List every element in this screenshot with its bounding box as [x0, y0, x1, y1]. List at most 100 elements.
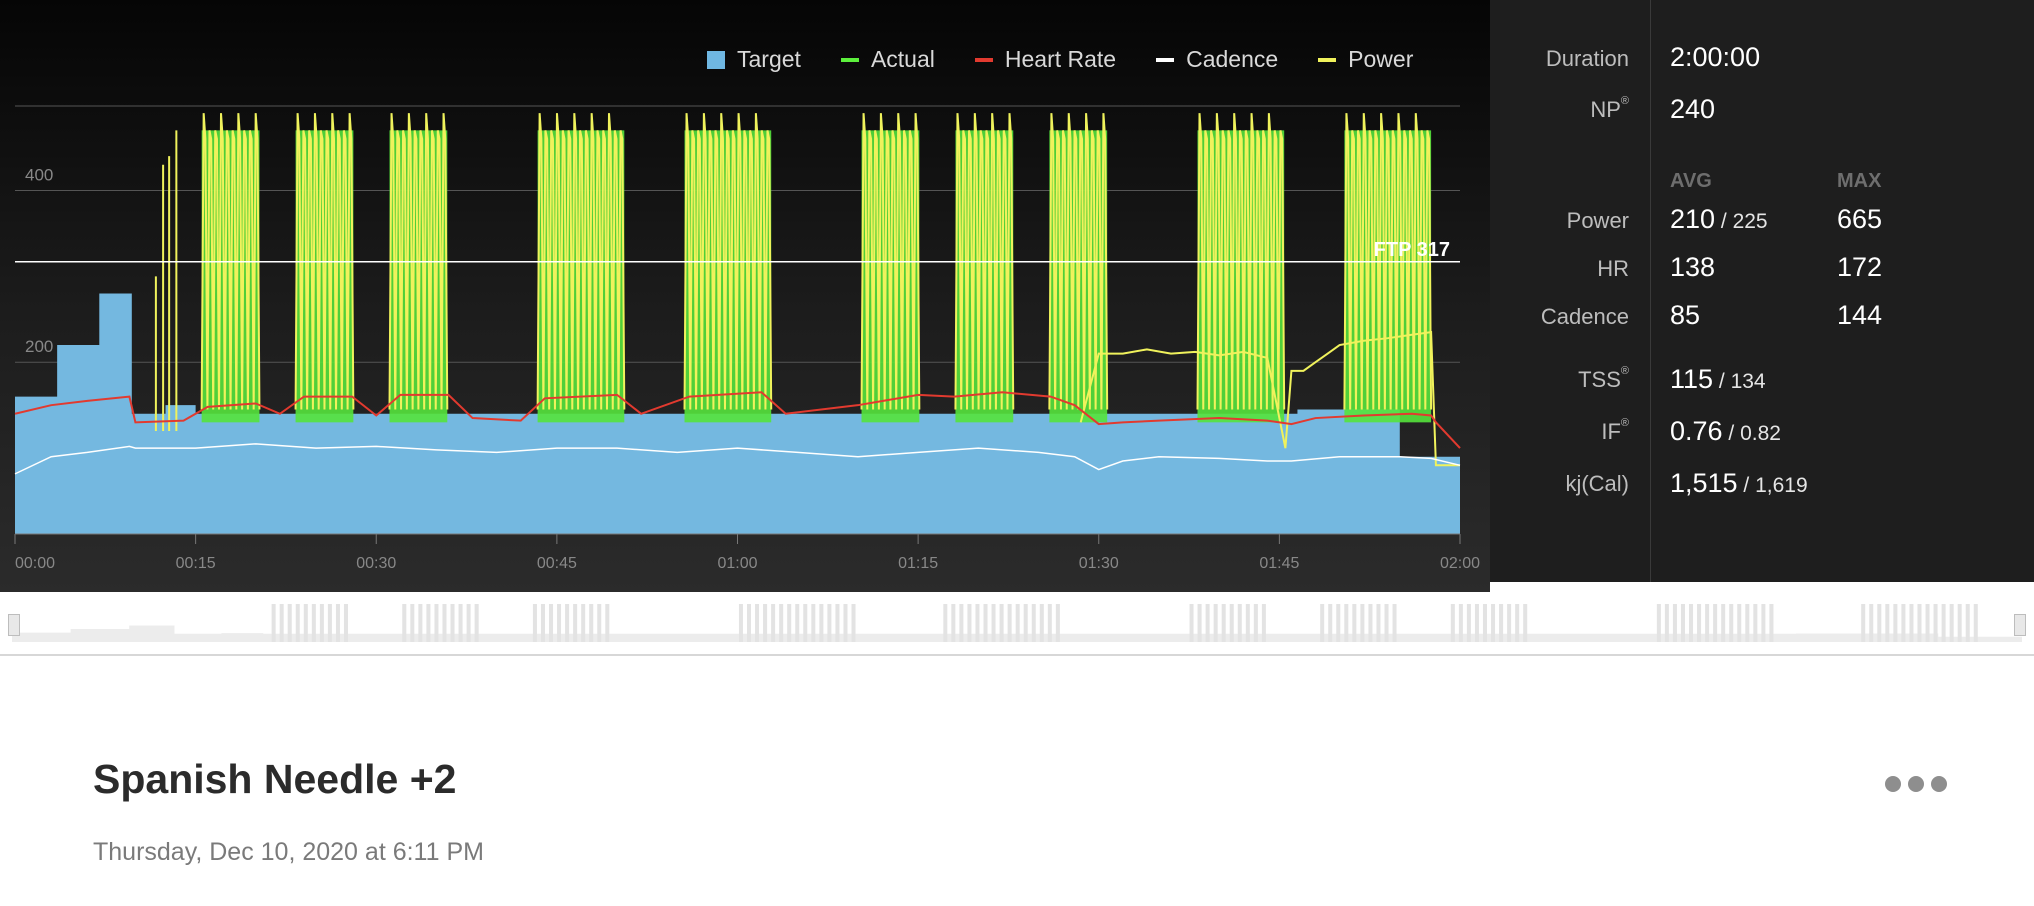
scrubber-spike	[1213, 604, 1218, 642]
scrubber-spike	[311, 604, 316, 642]
x-tick-label: 01:15	[898, 555, 938, 572]
legend-item[interactable]: Actual	[840, 46, 935, 73]
x-tick-label: 00:45	[537, 555, 577, 572]
legend-item[interactable]: Cadence	[1156, 46, 1278, 73]
scrubber-spike	[1189, 604, 1194, 642]
scrubber-spike	[755, 604, 760, 642]
scrubber-spike	[303, 604, 308, 642]
scrubber-spike	[402, 604, 407, 642]
scrubber-spike	[1450, 604, 1455, 642]
scrubber-spike	[827, 604, 832, 642]
legend-item[interactable]: Target	[707, 46, 801, 73]
if-label: IF®	[1601, 417, 1629, 445]
scrubber-spike	[835, 604, 840, 642]
scrubber-spike	[983, 604, 988, 642]
scrubber-spike	[951, 604, 956, 642]
scrubber-spike	[458, 604, 463, 642]
scrubber-spike	[1336, 604, 1341, 642]
duration-label: Duration	[1545, 46, 1629, 71]
np-label: NP®	[1590, 95, 1629, 123]
tss-label-text: TSS	[1578, 367, 1621, 392]
scrubber-spike	[557, 604, 562, 642]
scrubber-spike	[795, 604, 800, 642]
tss-separator: /	[1713, 370, 1731, 393]
scrubber-spike	[1672, 604, 1677, 642]
scrubber-spike	[343, 604, 349, 642]
scrubber-spike	[1737, 604, 1742, 642]
if-value: 0.76 / 0.82	[1670, 416, 1781, 447]
scrubber-spike	[1245, 604, 1250, 642]
scrubber-spike	[1229, 604, 1234, 642]
workout-chart: 200 400 FTP 317 00:00 00:15 00:30 00:45 01:00 01…	[14, 105, 1480, 572]
scrubber-spike	[1466, 604, 1471, 642]
scrubber-spike	[1474, 604, 1479, 642]
tss-value-secondary: 134	[1730, 370, 1766, 393]
scrubber-spike	[1055, 604, 1060, 642]
scrubber-spike	[1949, 604, 1954, 642]
scrubber-spike	[1253, 604, 1258, 642]
np-value: 240	[1670, 94, 1716, 124]
scrubber-spike	[1376, 604, 1381, 642]
more-dot-icon	[1885, 776, 1901, 792]
more-dot-icon	[1931, 776, 1947, 792]
timeline-scrubber[interactable]	[0, 592, 2034, 656]
ftp-label: FTP 317	[1374, 239, 1450, 261]
scrubber-spike	[565, 604, 570, 642]
scrubber-spike	[819, 604, 824, 642]
scrubber-spike	[1769, 604, 1774, 642]
scrubber-spike	[597, 604, 602, 642]
x-tick-label: 01:00	[718, 555, 758, 572]
avg-column-header: AVG	[1670, 170, 1712, 192]
legend-swatch-icon	[1318, 57, 1337, 62]
scrubber-spike	[1877, 604, 1882, 642]
scrubber-spike	[474, 604, 479, 642]
scrubber-spike	[1861, 604, 1866, 642]
scrubber-spike	[466, 604, 471, 642]
scrubber-overview	[12, 604, 2022, 642]
scrubber-spike	[1205, 604, 1210, 642]
scrubber-spike	[1761, 604, 1766, 642]
scrubber-spike	[803, 604, 808, 642]
scrubber-spike	[540, 604, 545, 642]
power-separator: /	[1715, 210, 1733, 233]
legend-label: Heart Rate	[1004, 46, 1117, 72]
scrubber-right-handle[interactable]	[2014, 614, 2026, 636]
scrubber-spike	[327, 604, 332, 642]
stats-divider	[1650, 0, 1651, 582]
x-tick-label: 01:45	[1259, 555, 1299, 572]
scrubber-spike	[589, 604, 594, 642]
more-options-button[interactable]	[1885, 770, 1955, 798]
if-separator: /	[1722, 422, 1741, 445]
power-avg-secondary: 225	[1732, 210, 1768, 233]
scrubber-spike	[279, 604, 284, 642]
scrubber-spike	[335, 604, 340, 642]
scrubber-spike	[1721, 604, 1726, 642]
legend-label: Actual	[870, 46, 935, 72]
scrubber-spike	[967, 604, 972, 642]
scrubber-spike	[943, 604, 948, 642]
scrubber-spike	[573, 604, 578, 642]
scrubber-spike	[549, 604, 554, 642]
scrubber-spike	[1664, 604, 1669, 642]
scrubber-spike	[1023, 604, 1028, 642]
max-column-header: MAX	[1837, 170, 1882, 192]
scrubber-spike	[319, 604, 324, 642]
scrubber-spike	[843, 604, 848, 642]
legend-item[interactable]: Heart Rate	[974, 46, 1117, 73]
scrubber-spike	[1482, 604, 1488, 642]
legend-item[interactable]: Power	[1318, 46, 1413, 73]
scrubber-spike	[1328, 604, 1333, 642]
scrubber-spike	[1689, 604, 1694, 642]
kj-value: 1,515 / 1,619	[1670, 468, 1808, 499]
scrubber-spike	[1039, 604, 1044, 642]
legend-swatch-icon	[707, 50, 725, 69]
scrubber-spike	[605, 604, 610, 642]
legend-label: Power	[1348, 46, 1414, 72]
scrubber-spike	[434, 604, 439, 642]
x-tick-label: 02:00	[1440, 555, 1480, 572]
kj-separator: /	[1737, 474, 1756, 497]
scrubber-left-handle[interactable]	[8, 614, 20, 636]
cadence-avg: 85	[1670, 300, 1701, 330]
tss-trademark: ®	[1620, 365, 1629, 377]
scrubber-spike	[1507, 604, 1512, 642]
